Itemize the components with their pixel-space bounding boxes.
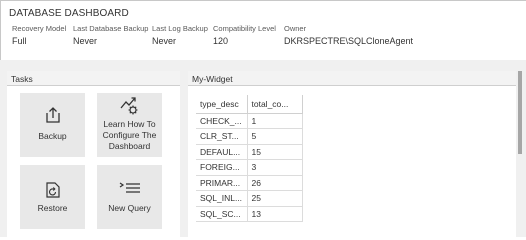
cell-type-desc: SQL_SC... [196, 206, 248, 222]
table-row[interactable]: SQL_INL... 25 [196, 190, 303, 207]
tasks-panel-title: Tasks [7, 71, 180, 86]
property-label: Last Database Backup [73, 24, 149, 33]
vertical-scrollbar[interactable] [518, 71, 522, 154]
new-query-label: New Query [108, 203, 151, 213]
configure-dashboard-tile[interactable]: Learn How To Configure The Dashboard [97, 93, 162, 157]
property-compatibility-level: Compatibility Level 120 [213, 24, 276, 46]
cell-total-count: 13 [247, 206, 303, 222]
table-row[interactable]: SQL_SC... 13 [196, 206, 303, 222]
cell-type-desc: SQL_INL... [196, 190, 248, 207]
property-label: Owner [284, 24, 307, 33]
cell-total-count: 25 [247, 190, 303, 207]
my-widget-title: My-Widget [188, 71, 516, 86]
new-query-tile[interactable]: New Query [97, 165, 162, 229]
tasks-panel: Tasks Backup Learn How To Configure The … [7, 71, 180, 237]
property-recovery-model: Recovery Model Full [12, 24, 66, 46]
property-label: Recovery Model [12, 24, 67, 33]
table-row[interactable]: CLR_ST... 5 [196, 128, 303, 145]
property-value: DKRSPECTRE\SQLCloneAgent [284, 36, 414, 46]
cell-type-desc: DEFAUL... [196, 144, 248, 160]
property-value: 120 [213, 36, 229, 46]
restore-icon [20, 181, 85, 199]
cell-type-desc: FOREIG... [196, 159, 248, 176]
cell-type-desc: CLR_ST... [196, 128, 248, 145]
column-header-type-desc[interactable]: type_desc [196, 95, 248, 114]
property-value: Never [152, 36, 177, 46]
widget-results-table: type_desc total_co... CHECK_... 1 CLR_ST… [196, 95, 303, 222]
property-last-log-backup: Last Log Backup Never [152, 24, 208, 46]
property-label: Compatibility Level [213, 24, 276, 33]
restore-label: Restore [37, 203, 68, 213]
property-value: Never [73, 36, 98, 46]
cell-total-count: 3 [247, 159, 303, 176]
table-row[interactable]: DEFAUL... 15 [196, 144, 303, 160]
configure-dashboard-label: Learn How To Configure The Dashboard [102, 119, 157, 151]
cell-total-count: 5 [247, 128, 303, 145]
cell-total-count: 1 [247, 113, 303, 129]
cell-total-count: 15 [247, 144, 303, 160]
chart-gear-icon [97, 96, 162, 116]
new-query-icon [97, 182, 162, 196]
table-row[interactable]: FOREIG... 3 [196, 159, 303, 176]
restore-tile[interactable]: Restore [20, 165, 85, 229]
property-label: Last Log Backup [152, 24, 208, 33]
property-last-database-backup: Last Database Backup Never [73, 24, 148, 46]
dashboard-title: DATABASE DASHBOARD [9, 8, 129, 19]
window-top-border [0, 0, 526, 1]
table-row[interactable]: CHECK_... 1 [196, 113, 303, 129]
cell-type-desc: CHECK_... [196, 113, 248, 129]
backup-tile[interactable]: Backup [20, 93, 85, 157]
backup-icon [20, 106, 85, 124]
cell-type-desc: PRIMAR... [196, 175, 248, 191]
column-header-total-count[interactable]: total_co... [247, 95, 303, 114]
property-owner: Owner DKRSPECTRE\SQLCloneAgent [284, 24, 413, 46]
table-row[interactable]: PRIMAR... 26 [196, 175, 303, 191]
property-value: Full [12, 36, 27, 46]
backup-label: Backup [38, 131, 67, 141]
table-header-row: type_desc total_co... [196, 95, 303, 114]
cell-total-count: 26 [247, 175, 303, 191]
